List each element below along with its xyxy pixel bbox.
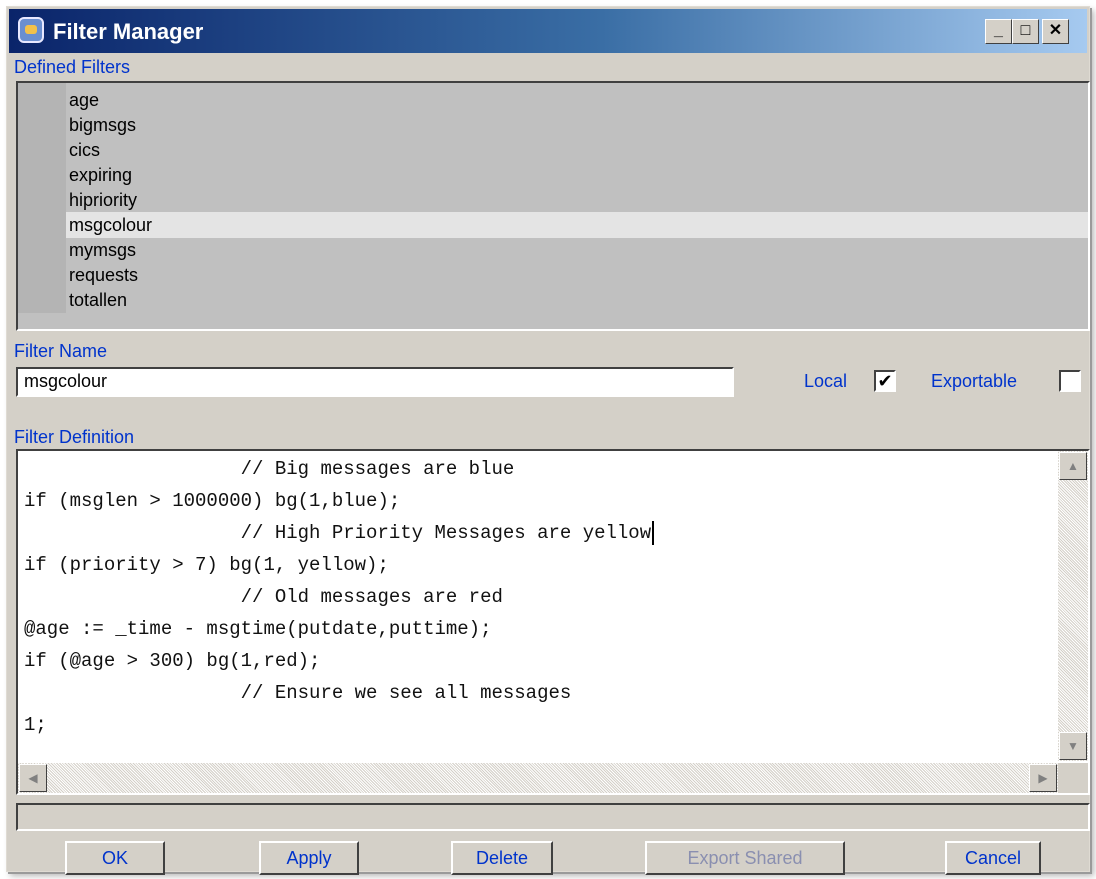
code-line: // Old messages are red <box>24 586 503 608</box>
maximize-button[interactable]: □ <box>1012 19 1039 44</box>
list-item-hipriority[interactable]: hipriority <box>18 187 1088 213</box>
title-bar[interactable]: Filter Manager _ □ ✕ <box>9 9 1087 53</box>
delete-button[interactable]: Delete <box>451 841 553 875</box>
scroll-right-arrow-icon[interactable]: ▶ <box>1029 764 1057 792</box>
app-icon <box>18 17 44 43</box>
scrollbar-corner <box>1058 763 1088 793</box>
list-item-requests[interactable]: requests <box>18 262 1088 288</box>
code-line: // Ensure we see all messages <box>24 682 572 704</box>
text-cursor <box>652 520 655 545</box>
list-item-label: age <box>69 90 100 110</box>
list-item-bigmsgs[interactable]: bigmsgs <box>18 112 1088 138</box>
list-item-label: msgcolour <box>69 215 153 235</box>
close-button[interactable]: ✕ <box>1042 19 1069 44</box>
list-item-label: hipriority <box>69 190 138 210</box>
list-item-msgcolour-selected[interactable]: msgcolour <box>18 212 1088 238</box>
filter-definition-editor[interactable]: // Big messages are blue if (msglen > 10… <box>16 449 1090 795</box>
list-item-mymsgs[interactable]: mymsgs <box>18 237 1088 263</box>
apply-button[interactable]: Apply <box>259 841 359 875</box>
list-item-label: bigmsgs <box>69 115 137 135</box>
code-line: if (msglen > 1000000) bg(1,blue); <box>24 490 401 512</box>
list-item-cics[interactable]: cics <box>18 137 1088 163</box>
list-item-label: mymsgs <box>69 240 136 260</box>
list-item-label: requests <box>69 265 139 285</box>
defined-filters-list[interactable]: age bigmsgs cics expiring hipriority msg… <box>16 81 1090 331</box>
filter-name-input[interactable]: msgcolour <box>16 367 734 397</box>
code-line: if (priority > 7) bg(1, yellow); <box>24 554 389 576</box>
local-checkbox[interactable]: ✔ <box>874 370 896 392</box>
code-line: if (@age > 300) bg(1,red); <box>24 650 321 672</box>
defined-filters-label: Defined Filters <box>14 57 131 77</box>
filter-definition-label: Filter Definition <box>14 427 135 447</box>
local-label: Local <box>804 371 848 391</box>
list-item-totallen[interactable]: totallen <box>18 287 1088 313</box>
scroll-down-arrow-icon[interactable]: ▼ <box>1059 732 1087 760</box>
code-line-with-cursor: // High Priority Messages are yellow <box>24 517 655 549</box>
list-item-expiring[interactable]: expiring <box>18 162 1088 188</box>
ok-button[interactable]: OK <box>65 841 165 875</box>
code-line: // Big messages are blue <box>24 458 515 480</box>
vertical-scrollbar[interactable]: ▲ ▼ <box>1058 451 1088 761</box>
filter-name-label: Filter Name <box>14 341 108 361</box>
list-item-label: totallen <box>69 290 128 310</box>
filter-manager-window: Filter Manager _ □ ✕ Defined Filters age… <box>6 6 1090 875</box>
minimize-button[interactable]: _ <box>985 19 1012 44</box>
code-line-text: // High Priority Messages are yellow <box>24 522 652 544</box>
list-item-label: cics <box>69 140 100 160</box>
status-bar <box>16 803 1090 831</box>
scroll-left-arrow-icon[interactable]: ◀ <box>19 764 47 792</box>
exportable-label: Exportable <box>931 371 1018 391</box>
list-item-label: expiring <box>69 165 133 185</box>
scroll-up-arrow-icon[interactable]: ▲ <box>1059 452 1087 480</box>
window-title: Filter Manager <box>53 19 204 44</box>
exportable-checkbox[interactable] <box>1059 370 1081 392</box>
code-line: @age := _time - msgtime(putdate,puttime)… <box>24 618 492 640</box>
horizontal-scrollbar[interactable]: ◀ ▶ <box>18 763 1058 793</box>
cancel-button[interactable]: Cancel <box>945 841 1041 875</box>
list-item-age[interactable]: age <box>18 87 1088 113</box>
export-shared-button[interactable]: Export Shared <box>645 841 845 875</box>
code-line: 1; <box>24 714 47 736</box>
